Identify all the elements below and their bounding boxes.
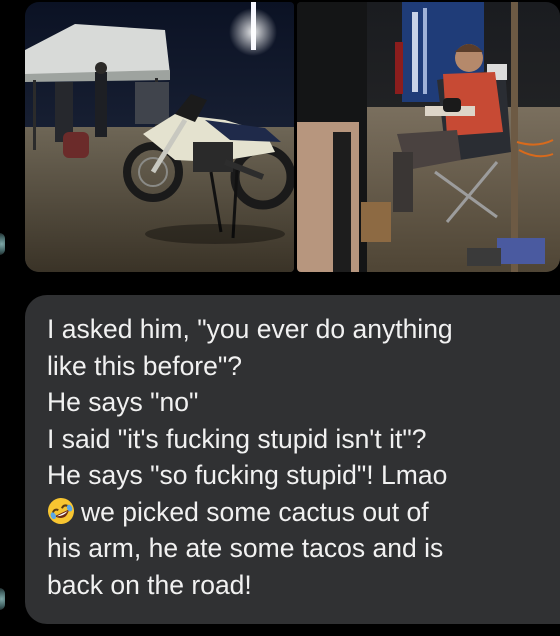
avatar-edge-icon bbox=[0, 233, 5, 255]
rider-in-chair-photo[interactable] bbox=[297, 2, 560, 272]
avatar-edge-icon bbox=[0, 588, 5, 610]
message-line: I said "it's fucking stupid isn't it"? bbox=[47, 423, 427, 454]
message-text: I asked him, "you ever do anything like … bbox=[47, 311, 548, 603]
chat-screen: I asked him, "you ever do anything like … bbox=[0, 0, 560, 636]
message-line: He says "so fucking stupid"! Lmao bbox=[47, 460, 448, 490]
message-line-text: we picked some cactus out of bbox=[81, 496, 429, 527]
campsite-dirtbike-image bbox=[25, 2, 294, 272]
message-line: back on the road! bbox=[47, 569, 252, 600]
message-line: his arm, he ate some tacos and is bbox=[47, 533, 444, 563]
message-line-with-emoji: we picked some cactus out of bbox=[47, 494, 548, 531]
rider-in-chair-image bbox=[297, 2, 560, 272]
message-line: like this before"? bbox=[47, 350, 243, 381]
message-bubble[interactable]: I asked him, "you ever do anything like … bbox=[25, 295, 560, 624]
message-line: I asked him, "you ever do anything bbox=[47, 314, 453, 344]
message-line: He says "no" bbox=[47, 387, 199, 417]
campsite-dirtbike-photo[interactable] bbox=[25, 2, 294, 272]
photo-attachment-row bbox=[25, 2, 560, 272]
rolling-on-floor-laughing-icon bbox=[47, 497, 75, 525]
